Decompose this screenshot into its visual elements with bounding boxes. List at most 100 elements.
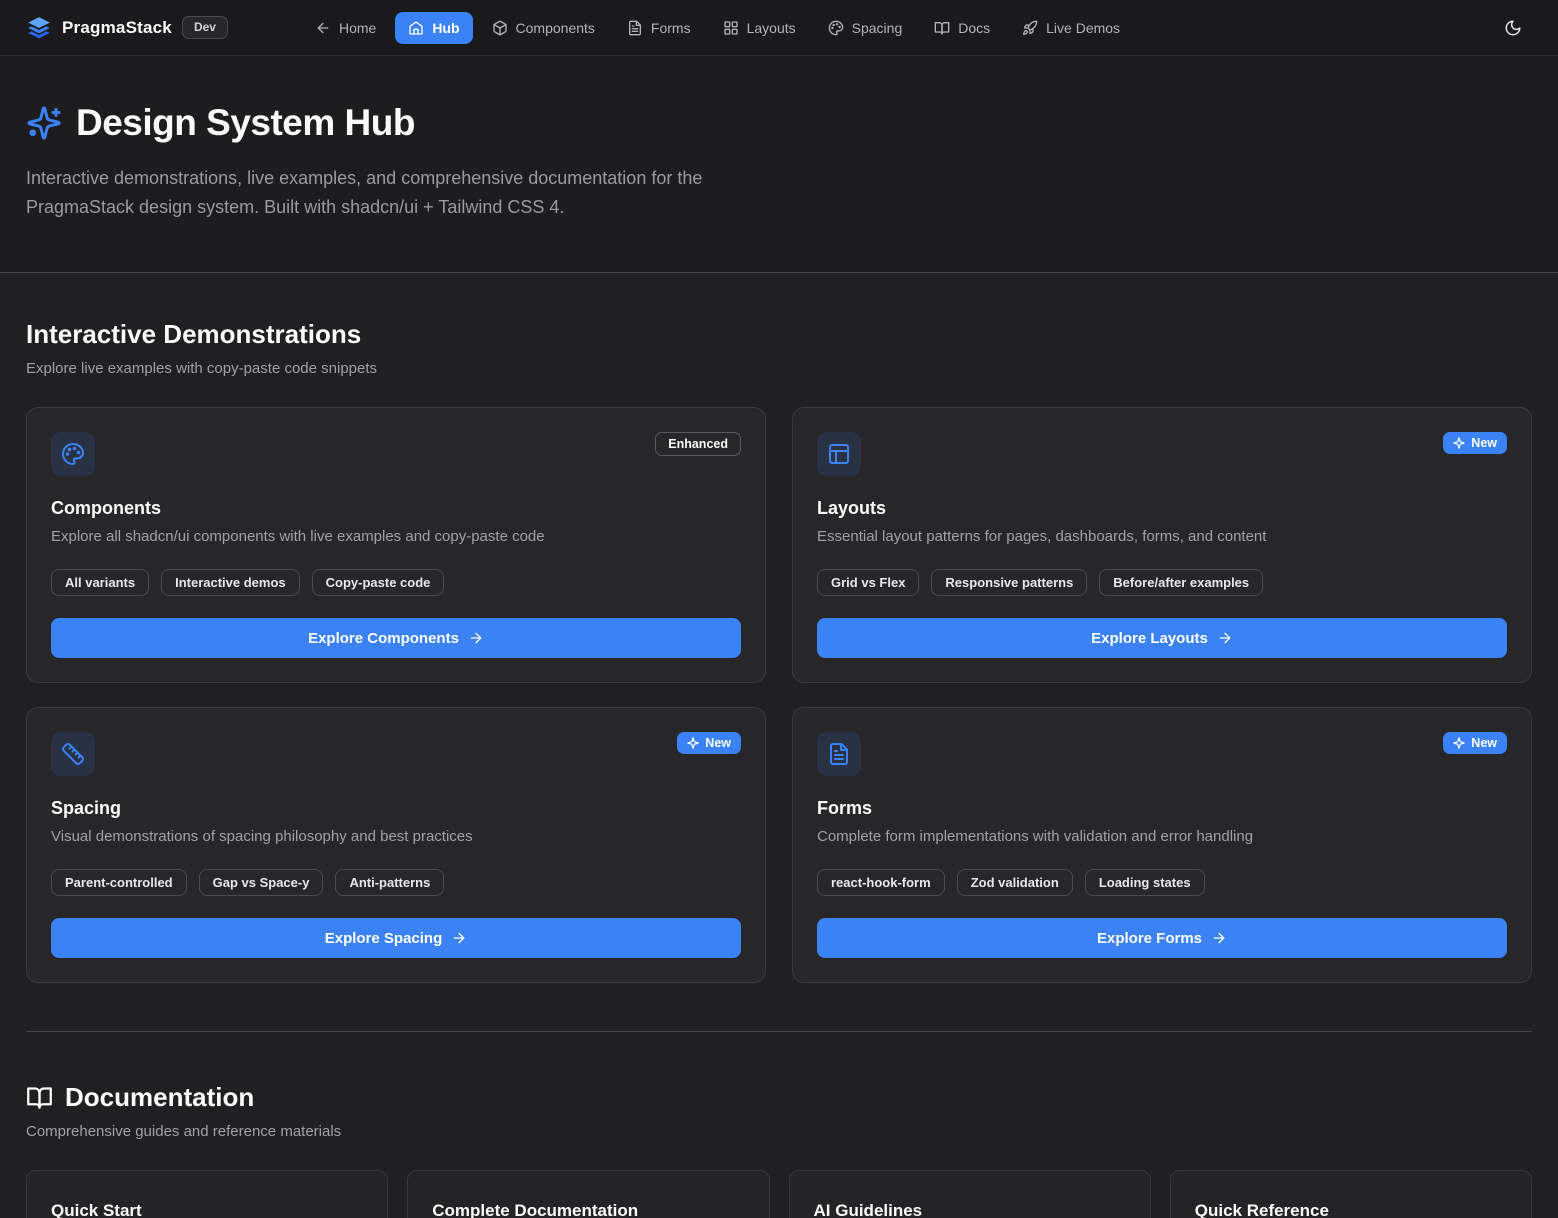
demo-card-components: Enhanced Components Explore all shadcn/u…: [26, 407, 766, 683]
layout-grid-icon: [723, 20, 739, 36]
nav-item-live-demos[interactable]: Live Demos: [1009, 12, 1133, 44]
sparkles-icon: [26, 105, 62, 141]
doc-card-complete-documentation[interactable]: Complete Documentation Full design syste…: [407, 1170, 769, 1218]
card-description: Essential layout patterns for pages, das…: [817, 528, 1507, 545]
docs-subheading: Comprehensive guides and reference mater…: [26, 1123, 1532, 1140]
tag-badge: Loading states: [1085, 869, 1205, 896]
demo-card-layouts: New Layouts Essential layout patterns fo…: [792, 407, 1532, 683]
explore-spacing-button[interactable]: Explore Spacing: [51, 918, 741, 958]
doc-card-ai-guidelines[interactable]: AI Guidelines Rules for AI code generati…: [789, 1170, 1151, 1218]
arrow-right-icon: [1217, 630, 1233, 646]
card-title: Layouts: [817, 498, 1507, 519]
theme-toggle-button[interactable]: [1494, 9, 1532, 47]
enhanced-badge: Enhanced: [655, 432, 741, 456]
badge-label: New: [1471, 436, 1497, 450]
book-open-icon: [26, 1084, 53, 1111]
tag-badge: Grid vs Flex: [817, 569, 919, 596]
main-content: Interactive Demonstrations Explore live …: [0, 273, 1558, 1218]
doc-card-title: Quick Reference: [1195, 1201, 1507, 1218]
nav-label: Spacing: [852, 20, 903, 36]
doc-card-quick-reference[interactable]: Quick Reference Cheat sheet for lookups: [1170, 1170, 1532, 1218]
rocket-icon: [1022, 20, 1038, 36]
demos-heading: Interactive Demonstrations: [26, 319, 1532, 350]
explore-components-button[interactable]: Explore Components: [51, 618, 741, 658]
file-text-icon: [627, 20, 643, 36]
nav-label: Docs: [958, 20, 990, 36]
arrow-left-icon: [315, 20, 331, 36]
explore-forms-button[interactable]: Explore Forms: [817, 918, 1507, 958]
arrow-right-icon: [1211, 930, 1227, 946]
tag-badge: Anti-patterns: [335, 869, 444, 896]
tag-badge: Parent-controlled: [51, 869, 187, 896]
book-open-icon: [934, 20, 950, 36]
documentation-section: Documentation Comprehensive guides and r…: [26, 1082, 1532, 1218]
brand[interactable]: PragmaStack Dev: [26, 15, 228, 41]
demos-subheading: Explore live examples with copy-paste co…: [26, 360, 1532, 377]
brand-name: PragmaStack: [62, 18, 172, 38]
file-text-icon: [817, 732, 861, 776]
doc-card-title: AI Guidelines: [814, 1201, 1126, 1218]
nav-item-layouts[interactable]: Layouts: [710, 12, 809, 44]
nav-item-forms[interactable]: Forms: [614, 12, 704, 44]
tag-badge: Zod validation: [957, 869, 1073, 896]
card-description: Complete form implementations with valid…: [817, 828, 1507, 845]
explore-layouts-button[interactable]: Explore Layouts: [817, 618, 1507, 658]
nav-item-home[interactable]: Home: [302, 12, 389, 44]
nav-label: Components: [516, 20, 595, 36]
top-navbar: PragmaStack Dev Home Hub Components Fo: [0, 0, 1558, 56]
button-label: Explore Layouts: [1091, 630, 1208, 647]
arrow-right-icon: [468, 630, 484, 646]
badge-label: New: [705, 736, 731, 750]
section-divider: [26, 1031, 1532, 1032]
page-title: Design System Hub: [76, 102, 415, 144]
button-label: Explore Components: [308, 630, 459, 647]
new-badge: New: [677, 732, 741, 754]
demo-card-grid: Enhanced Components Explore all shadcn/u…: [26, 407, 1532, 983]
ruler-icon: [51, 732, 95, 776]
card-title: Spacing: [51, 798, 741, 819]
nav-label: Hub: [432, 20, 459, 36]
nav-item-components[interactable]: Components: [479, 12, 608, 44]
nav-label: Live Demos: [1046, 20, 1120, 36]
nav-item-docs[interactable]: Docs: [921, 12, 1003, 44]
card-title: Forms: [817, 798, 1507, 819]
doc-card-title: Quick Start: [51, 1201, 363, 1218]
new-badge: New: [1443, 432, 1507, 454]
nav-item-hub[interactable]: Hub: [395, 12, 472, 44]
tag-badge: Copy-paste code: [312, 569, 445, 596]
doc-card-quick-start[interactable]: Quick Start 5-minute crash course: [26, 1170, 388, 1218]
card-title: Components: [51, 498, 741, 519]
docs-heading: Documentation: [65, 1082, 254, 1113]
button-label: Explore Spacing: [325, 930, 443, 947]
nav-item-spacing[interactable]: Spacing: [815, 12, 916, 44]
badge-label: New: [1471, 736, 1497, 750]
arrow-right-icon: [451, 930, 467, 946]
palette-icon: [51, 432, 95, 476]
nav-label: Layouts: [747, 20, 796, 36]
sparkles-icon: [687, 737, 699, 749]
nav-label: Home: [339, 20, 376, 36]
tag-badge: Interactive demos: [161, 569, 300, 596]
page-subtitle: Interactive demonstrations, live example…: [26, 164, 786, 222]
palette-icon: [828, 20, 844, 36]
home-icon: [408, 20, 424, 36]
tag-badge: Before/after examples: [1099, 569, 1263, 596]
layers-icon: [26, 15, 52, 41]
hero-section: Design System Hub Interactive demonstrat…: [0, 56, 1558, 273]
sparkles-icon: [1453, 437, 1465, 449]
nav-label: Forms: [651, 20, 691, 36]
button-label: Explore Forms: [1097, 930, 1202, 947]
card-description: Visual demonstrations of spacing philoso…: [51, 828, 741, 845]
new-badge: New: [1443, 732, 1507, 754]
package-icon: [492, 20, 508, 36]
panel-top-icon: [817, 432, 861, 476]
tag-badge: Responsive patterns: [931, 569, 1087, 596]
moon-icon: [1504, 19, 1522, 37]
version-badge: Dev: [182, 16, 228, 40]
doc-card-grid: Quick Start 5-minute crash course Comple…: [26, 1170, 1532, 1218]
main-nav: Home Hub Components Forms Layouts: [302, 12, 1486, 44]
demo-card-forms: New Forms Complete form implementations …: [792, 707, 1532, 983]
tag-badge: All variants: [51, 569, 149, 596]
tag-badge: Gap vs Space-y: [199, 869, 324, 896]
doc-card-title: Complete Documentation: [432, 1201, 744, 1218]
